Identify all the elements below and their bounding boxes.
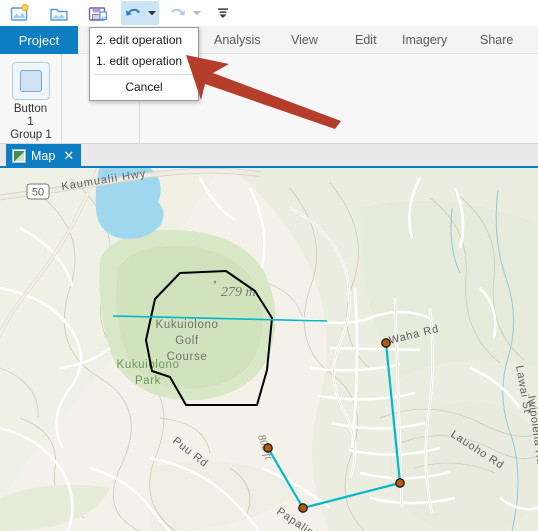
tab-project-label: Project [18,32,60,48]
sketch-vertex[interactable] [381,338,391,348]
redo-dropdown-icon [190,1,204,25]
tab-analysis-label: Analysis [214,33,261,47]
tab-imagery[interactable]: Imagery [396,26,453,54]
redo-icon [166,1,190,25]
sketch-vertex[interactable] [298,503,308,513]
tab-edit[interactable]: Edit [349,26,383,54]
ribbon-tab-row: Project Analysis View Edit Imagery Share [0,26,538,54]
tab-edit-label: Edit [355,33,377,47]
map-canvas[interactable]: 50 Kaumualii Hwy Papalina Rd Waha Rd Puu… [0,168,538,531]
sketch-vertex[interactable] [395,478,405,488]
tab-share[interactable]: Share [474,26,519,54]
save-project-icon[interactable] [84,1,112,25]
ribbon-group-1-name: Group 1 [10,129,52,141]
tab-map-label: Map [31,149,56,163]
button-1-icon [19,70,42,92]
quick-access-toolbar [0,0,538,26]
new-map-icon[interactable] [6,1,34,25]
highway-shield-label: 50 [32,187,44,199]
label-park-line2: Park [135,375,161,387]
tab-map[interactable]: Map ✕ [6,144,82,168]
tab-view[interactable]: View [285,26,324,54]
open-project-icon[interactable] [45,1,73,25]
button-1-label: Button 1 [14,103,47,129]
undo-icon[interactable] [121,1,145,25]
arcgis-pro-window: Project Analysis View Edit Imagery Share… [0,0,538,531]
ribbon-body: Button 1 Group 1 [0,54,538,144]
ribbon-group-1: Button 1 Group 1 [0,54,62,144]
label-park-line1: Kukuiolono [117,359,180,371]
undo-dropdown-menu: 2. edit operation 1. edit operation Canc… [89,27,199,101]
map-icon [12,149,26,163]
menu-item-cancel[interactable]: Cancel [90,77,198,98]
button-1-label-line1: Button [13,103,48,115]
tab-view-label: View [291,33,318,47]
button-1[interactable] [11,62,50,100]
tab-analysis[interactable]: Analysis [208,26,267,54]
undo-dropdown-icon[interactable] [145,1,159,25]
button-1-label-line2: 1 [27,116,34,128]
map-view-tab-strip: Map ✕ [0,144,538,168]
menu-item-edit-operation-2[interactable]: 2. edit operation [90,30,198,51]
menu-item-edit-operation-1[interactable]: 1. edit operation [90,51,198,72]
menu-separator [94,74,194,75]
label-golf-course-line1: Kukuiolono [156,319,219,331]
customize-quick-access-icon[interactable] [214,1,232,25]
tab-share-label: Share [480,33,514,47]
close-icon[interactable]: ✕ [63,148,74,164]
label-golf-course-line2: Golf [175,335,199,347]
highway-shield-50: 50 [26,183,50,200]
tab-imagery-label: Imagery [402,33,448,47]
tab-project[interactable]: Project [0,26,78,54]
sketch-vertex[interactable] [263,443,273,453]
elevation-point [213,280,217,284]
